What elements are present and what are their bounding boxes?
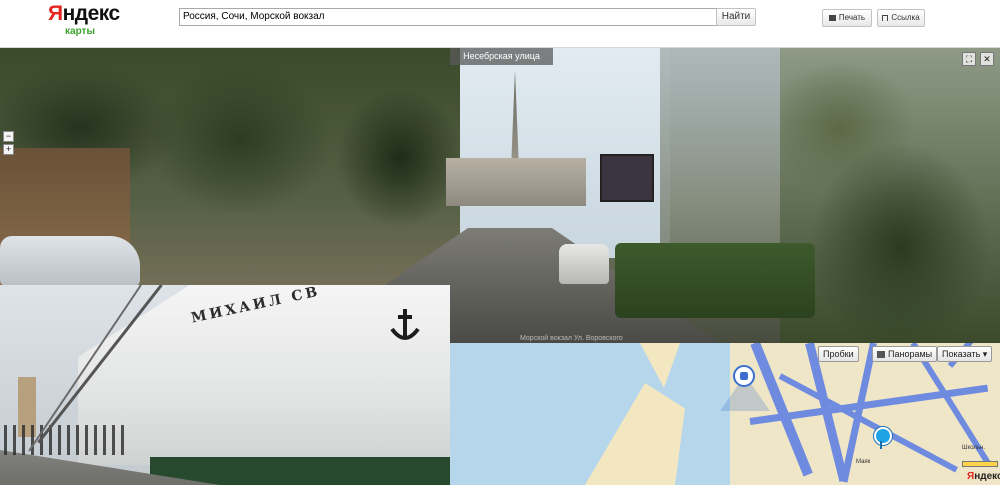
location-pin-icon[interactable] xyxy=(874,427,892,449)
photo-thumbnail[interactable]: МИХАИЛ СВ xyxy=(0,285,450,485)
street-label: Маяк xyxy=(856,459,871,465)
pano-car-road xyxy=(559,244,609,284)
printer-icon xyxy=(828,15,836,21)
logo-subtitle: карты xyxy=(65,26,95,37)
pano-address-text: Морской вокзал Ул. Воровского xyxy=(520,335,623,342)
street-name-label: Несебрская улица xyxy=(450,48,553,65)
pano-car xyxy=(0,236,140,286)
map-yandex-logo: Яндекс xyxy=(967,471,1000,482)
map-scale xyxy=(962,461,998,467)
panorama-marker-icon[interactable] xyxy=(733,365,755,387)
traffic-label: Пробки xyxy=(823,349,854,359)
street-label: Школьн. xyxy=(962,445,986,451)
pano-hedge xyxy=(615,243,815,318)
anchor-icon xyxy=(390,309,420,340)
traffic-button[interactable]: Пробки xyxy=(818,346,859,362)
map-pier xyxy=(585,383,685,485)
billboard xyxy=(600,154,654,202)
map-land xyxy=(640,343,680,388)
link-button[interactable]: Ссылка xyxy=(877,9,925,27)
show-label: Показать ▾ xyxy=(942,349,988,359)
camera-icon xyxy=(877,351,885,358)
mini-map[interactable]: Пробки Панорамы Показать ▾ Школьн. Маяк … xyxy=(450,343,1000,485)
zoom-out-button[interactable]: − xyxy=(3,131,14,142)
fullscreen-icon[interactable]: ⛶ xyxy=(962,52,976,66)
print-button[interactable]: Печать xyxy=(822,9,872,27)
logo-wordmark: Яндекс xyxy=(48,2,120,25)
print-label: Печать xyxy=(838,13,866,22)
sea-station-building xyxy=(446,158,586,206)
header: Яндекс карты Найти Печать Ссылка xyxy=(0,0,1000,48)
crowd xyxy=(4,425,124,455)
zoom-in-button[interactable]: + xyxy=(3,144,14,155)
pin-icon xyxy=(882,15,889,21)
search-button[interactable]: Найти xyxy=(716,8,756,26)
search-input[interactable] xyxy=(179,8,721,26)
yandex-maps-logo[interactable]: Яндекс карты xyxy=(48,2,120,44)
panoramas-label: Панорамы xyxy=(888,349,933,359)
close-icon[interactable]: ✕ xyxy=(980,52,994,66)
link-label: Ссылка xyxy=(891,13,920,22)
show-dropdown[interactable]: Показать ▾ xyxy=(937,346,993,362)
ship-hull xyxy=(150,457,450,485)
panoramas-button[interactable]: Панорамы xyxy=(872,346,938,362)
